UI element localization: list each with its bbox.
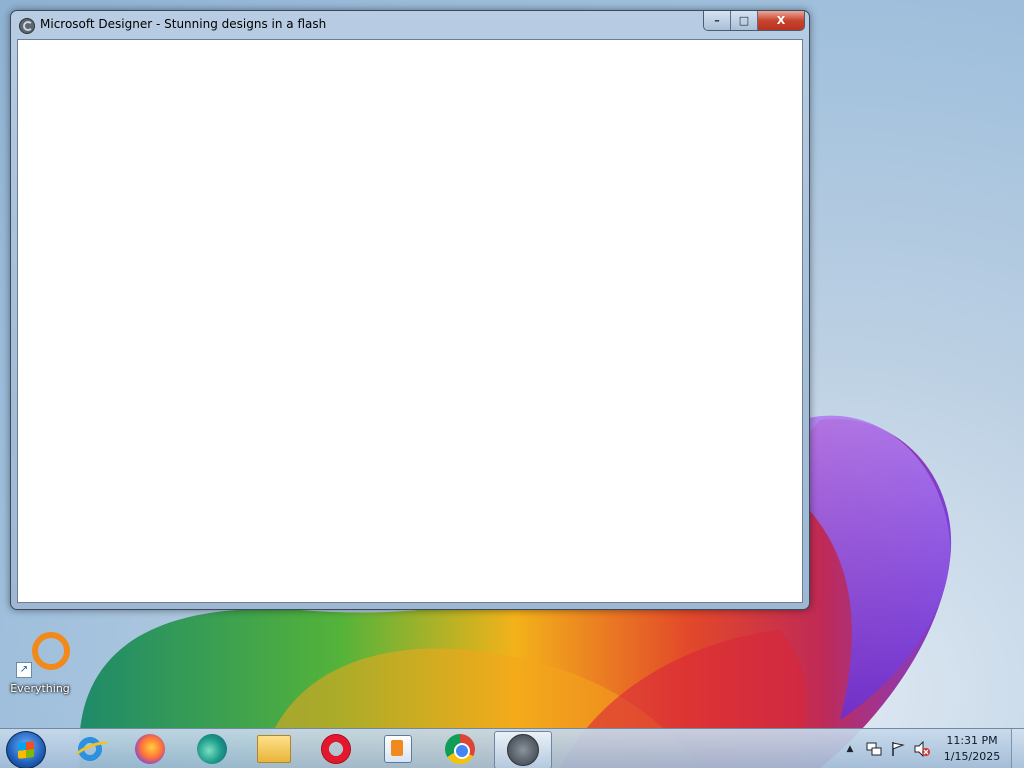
firefox-icon — [135, 734, 165, 764]
clock-time: 11:31 PM — [946, 734, 998, 747]
taskbar-app-media-player[interactable] — [370, 731, 426, 767]
taskbar-app-internet-explorer[interactable] — [62, 731, 118, 767]
desktop: ↗ Everything Microsoft Designer - Stunni… — [0, 0, 1024, 768]
taskbar-app-chrome[interactable] — [432, 731, 488, 767]
taskbar-app-designer-active[interactable] — [494, 731, 552, 768]
taskbar-app-file-explorer[interactable] — [246, 731, 302, 767]
network-icon[interactable] — [866, 741, 882, 757]
file-explorer-icon — [257, 735, 291, 763]
app-window: Microsoft Designer - Stunning designs in… — [10, 10, 810, 610]
app-window-icon[interactable] — [19, 18, 35, 34]
shortcut-arrow-icon: ↗ — [16, 662, 32, 678]
show-desktop-button[interactable] — [1011, 729, 1024, 768]
tray-overflow-button[interactable]: ▲ — [842, 741, 858, 757]
start-button[interactable] — [6, 731, 46, 768]
clock-date: 1/15/2025 — [943, 750, 1001, 763]
desktop-icon-everything[interactable]: ↗ Everything — [8, 630, 72, 702]
maximize-button[interactable]: □ — [731, 11, 758, 30]
taskbar-app-edge[interactable] — [184, 731, 240, 767]
window-content-area[interactable] — [17, 39, 803, 603]
system-tray: ▲ 11:31 PM 1/15/2025 — [840, 729, 1024, 768]
desktop-icon-label: Everything — [10, 682, 70, 695]
internet-explorer-icon — [75, 734, 105, 764]
windows-start-orb-icon — [18, 741, 34, 759]
action-center-flag-icon[interactable] — [890, 741, 906, 757]
edge-icon — [197, 734, 227, 764]
everything-icon — [32, 632, 70, 670]
chrome-icon — [445, 734, 475, 764]
taskbar-clock[interactable]: 11:31 PM 1/15/2025 — [940, 733, 1004, 765]
designer-app-icon — [507, 734, 539, 766]
taskbar-app-opera[interactable] — [308, 731, 364, 767]
opera-icon — [321, 734, 351, 764]
taskbar-app-firefox[interactable] — [122, 731, 178, 767]
media-player-icon — [384, 735, 412, 763]
minimize-button[interactable]: – — [704, 11, 731, 30]
window-controls: – □ X — [703, 11, 805, 31]
window-title: Microsoft Designer - Stunning designs in… — [40, 17, 327, 31]
close-button[interactable]: X — [758, 11, 804, 30]
volume-muted-icon[interactable] — [914, 740, 930, 758]
taskbar: ▲ 11:31 PM 1/15/2025 — [0, 728, 1024, 768]
